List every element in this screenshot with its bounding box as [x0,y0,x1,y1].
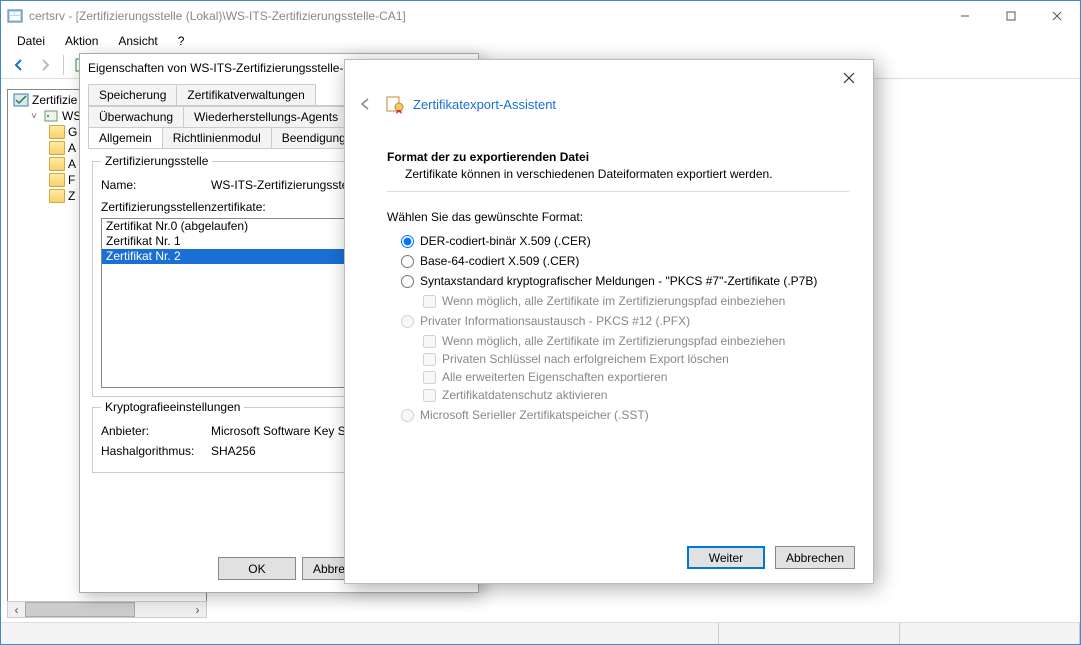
menubar: Datei Aktion Ansicht ? [1,31,1080,51]
radio-der[interactable]: DER-codiert-binär X.509 (.CER) [401,234,849,248]
check-pfx-chain-input [423,335,436,348]
menu-file[interactable]: Datei [9,32,53,50]
provider-label: Anbieter: [101,424,211,438]
group-crypto-title: Kryptografieeinstellungen [101,400,244,414]
tree-root-label: Zertifizie [32,93,77,107]
choose-format-label: Wählen Sie das gewünschte Format: [387,210,849,224]
server-icon [43,109,59,123]
app-icon [7,8,23,24]
check-pfx-ext: Alle erweiterten Eigenschaften exportier… [423,370,849,384]
check-p7b-chain: Wenn möglich, alle Zertifikate im Zertif… [423,294,849,308]
horizontal-scrollbar[interactable]: ‹ › [7,601,207,618]
status-cell [900,623,1080,644]
radio-base64-input[interactable] [401,255,414,268]
folder-icon [49,141,65,155]
radio-sst: Microsoft Serieller Zertifikatspeicher (… [401,408,849,422]
export-wizard-dialog: Zertifikatexport-Assistent Format der zu… [344,59,874,584]
check-pfx-privacy-input [423,389,436,402]
folder-icon [49,125,65,139]
wizard-close-button[interactable] [835,66,863,90]
radio-sst-input [401,409,414,422]
next-button[interactable]: Weiter [687,546,765,569]
menu-action[interactable]: Aktion [57,32,106,50]
section-subtitle: Zertifikate können in verschiedenen Date… [405,167,849,181]
radio-p7b[interactable]: Syntaxstandard kryptografischer Meldunge… [401,274,849,288]
radio-pfx-input [401,315,414,328]
scroll-thumb[interactable] [25,602,135,617]
ca-root-icon [13,93,29,107]
tab-auditing[interactable]: Überwachung [88,106,184,127]
tab-policy[interactable]: Richtlinienmodul [162,127,272,148]
status-cell [1,623,719,644]
tab-storage[interactable]: Speicherung [88,84,177,105]
separator [387,191,849,192]
hash-label: Hashalgorithmus: [101,444,211,458]
tab-cert-mgmt[interactable]: Zertifikatverwaltungen [176,84,315,105]
check-pfx-privacy: Zertifikatdatenschutz aktivieren [423,388,849,402]
group-ca-title: Zertifizierungsstelle [101,154,212,168]
section-title: Format der zu exportierenden Datei [387,150,849,164]
check-pfx-delkey-input [423,353,436,366]
menu-view[interactable]: Ansicht [110,32,165,50]
certificate-icon [385,94,405,114]
window-title: certsrv - [Zertifizierungsstelle (Lokal)… [29,9,942,23]
hash-value: SHA256 [211,444,256,458]
folder-icon [49,189,65,203]
forward-button[interactable] [33,53,57,77]
name-label: Name: [101,178,211,192]
radio-der-input[interactable] [401,235,414,248]
scroll-left-icon[interactable]: ‹ [8,602,25,617]
radio-p7b-input[interactable] [401,275,414,288]
titlebar: certsrv - [Zertifizierungsstelle (Lokal)… [1,1,1080,31]
check-p7b-chain-input [423,295,436,308]
tab-general[interactable]: Allgemein [88,127,163,148]
main-window: certsrv - [Zertifizierungsstelle (Lokal)… [0,0,1081,645]
folder-icon [49,157,65,171]
status-cell [719,623,899,644]
window-controls [942,1,1080,31]
maximize-button[interactable] [988,1,1034,31]
wizard-cancel-button[interactable]: Abbrechen [775,546,855,569]
radio-base64[interactable]: Base-64-codiert X.509 (.CER) [401,254,849,268]
provider-value: Microsoft Software Key Stor [211,424,360,438]
wizard-back-icon[interactable] [357,96,373,112]
tab-recovery-agents[interactable]: Wiederherstellungs-Agents [183,106,349,127]
check-pfx-delkey: Privaten Schlüssel nach erfolgreichem Ex… [423,352,849,366]
check-pfx-ext-input [423,371,436,384]
wizard-title: Zertifikatexport-Assistent [413,97,556,112]
name-value: WS-ITS-Zertifizierungsstelle [211,178,360,192]
close-button[interactable] [1034,1,1080,31]
separator [63,55,64,75]
statusbar [1,622,1080,644]
back-button[interactable] [7,53,31,77]
minimize-button[interactable] [942,1,988,31]
wizard-header: Zertifikatexport-Assistent [385,94,556,114]
radio-pfx: Privater Informationsaustausch - PKCS #1… [401,314,849,328]
collapse-icon[interactable]: ˅ [28,111,40,122]
ok-button[interactable]: OK [218,557,296,580]
check-pfx-chain: Wenn möglich, alle Zertifikate im Zertif… [423,334,849,348]
menu-help[interactable]: ? [170,32,193,50]
folder-icon [49,173,65,187]
scroll-right-icon[interactable]: › [189,602,206,617]
